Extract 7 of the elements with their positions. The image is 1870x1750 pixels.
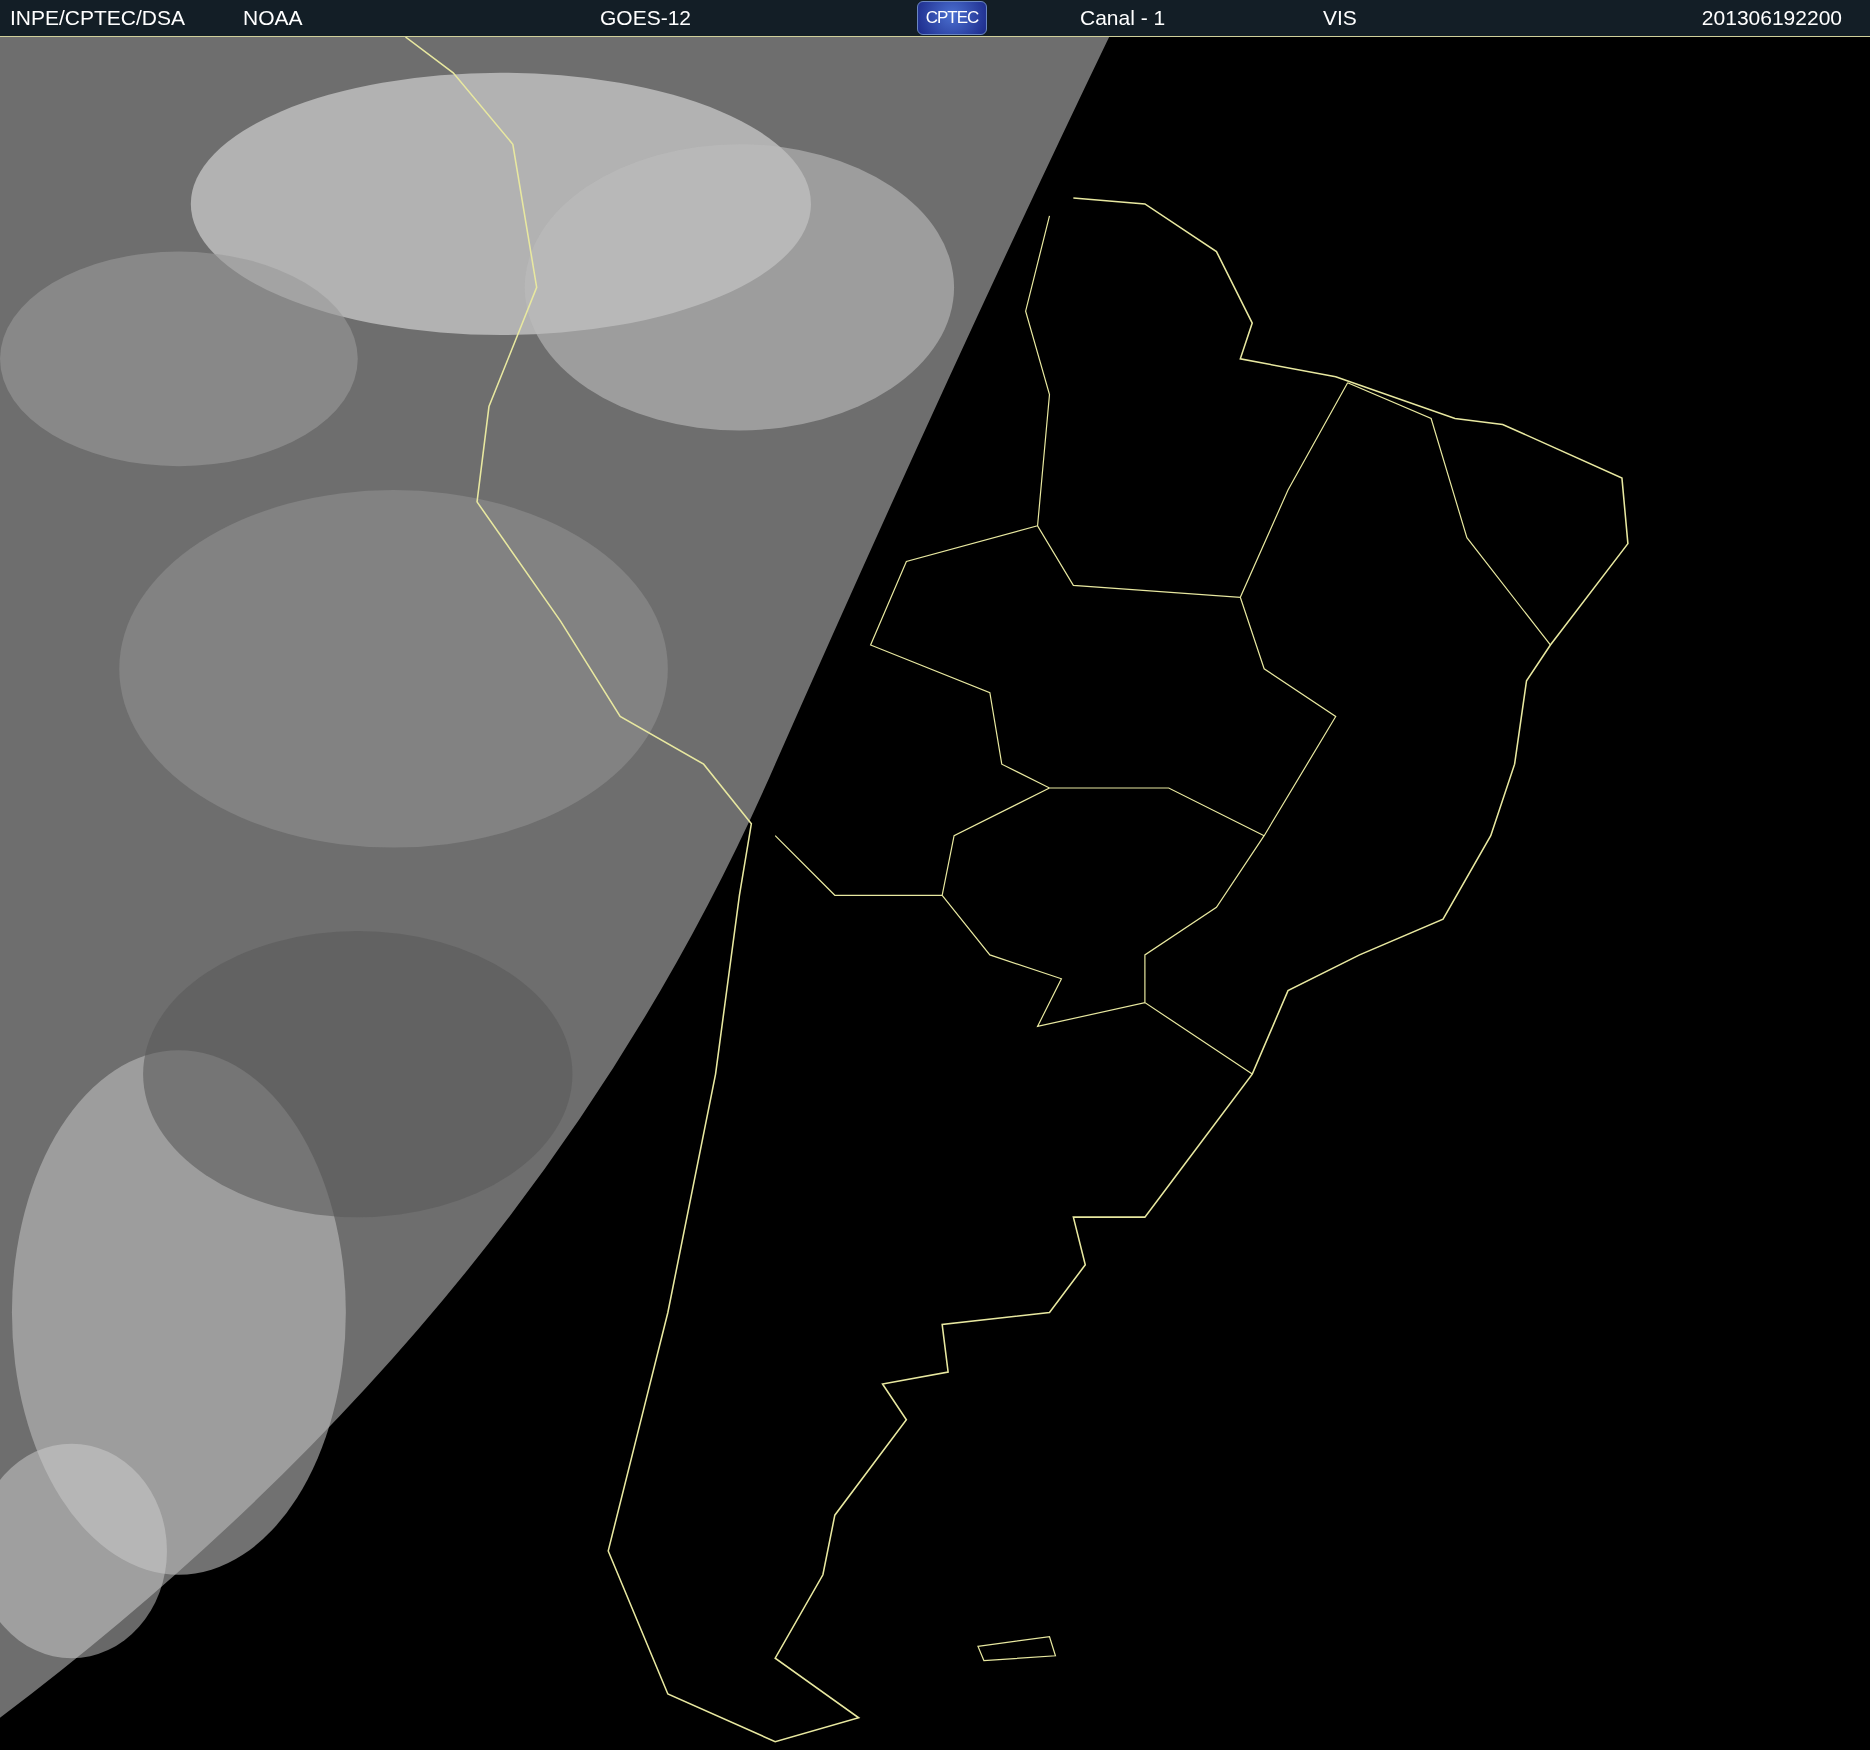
source-label: INPE/CPTEC/DSA	[10, 6, 187, 30]
channel-label: Canal - 1	[1080, 6, 1167, 30]
agency-label: NOAA	[243, 6, 304, 30]
band-label: VIS	[1323, 6, 1358, 30]
satellite-label: GOES-12	[600, 6, 693, 30]
timestamp-label: 201306192200	[1701, 6, 1842, 30]
logo: CPTEC	[917, 1, 987, 35]
